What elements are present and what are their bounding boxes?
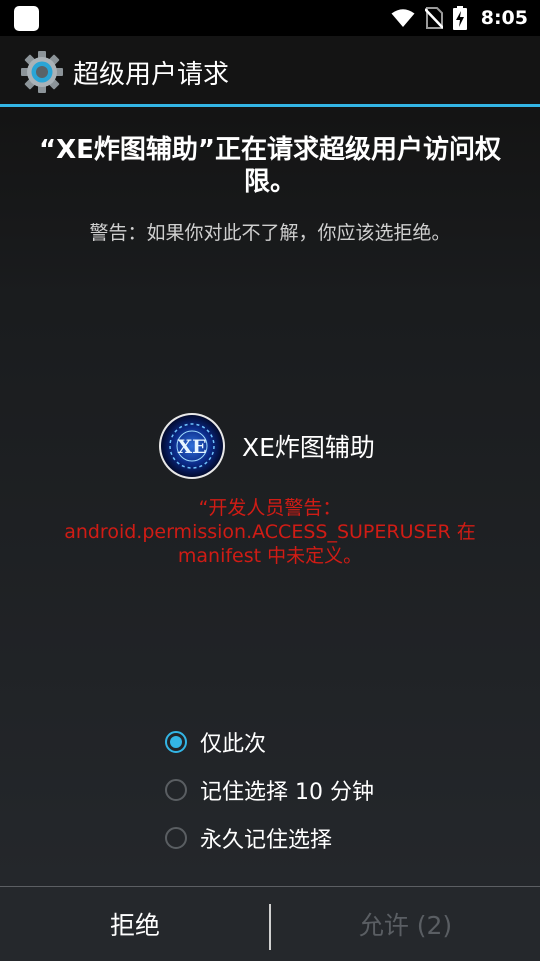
- battery-charging-icon: [452, 6, 467, 30]
- status-time: 8:05: [480, 7, 528, 29]
- wifi-icon: [391, 9, 415, 27]
- title-bar: 超级用户请求: [0, 36, 540, 107]
- radio-selected-icon[interactable]: [165, 731, 187, 753]
- option-remember-forever-label: 永久记住选择: [200, 828, 333, 853]
- request-warning: 警告：如果你对此不了解，你应该选拒绝。: [89, 222, 451, 244]
- radio-unselected-icon[interactable]: [165, 827, 187, 849]
- developer-warning-line3: manifest 中未定义。: [177, 545, 363, 567]
- developer-warning-line1: “开发人员警告：: [198, 497, 342, 519]
- app-logo-text: XE: [177, 436, 206, 458]
- title-text: 超级用户请求: [73, 60, 230, 90]
- app-info: XE XE炸图辅助: [158, 412, 375, 480]
- button-bar: 拒绝 允许 (2): [0, 886, 540, 961]
- developer-warning-line2: android.permission.ACCESS_SUPERUSER 在: [64, 521, 476, 543]
- developer-warning: “开发人员警告： android.permission.ACCESS_SUPER…: [20, 496, 520, 568]
- option-remember-10min-label: 记住选择 10 分钟: [200, 780, 374, 805]
- radio-unselected-icon[interactable]: [165, 779, 187, 801]
- option-once[interactable]: 仅此次: [165, 727, 266, 757]
- no-sim-icon: [424, 7, 443, 29]
- status-bar: 8:05: [0, 0, 540, 36]
- notification-icon: [14, 6, 39, 31]
- option-remember-10min[interactable]: 记住选择 10 分钟: [165, 775, 374, 805]
- request-headline: “XE炸图辅助”正在请求超级用户访问权限。: [39, 135, 501, 197]
- deny-button[interactable]: 拒绝: [0, 887, 270, 961]
- app-name: XE炸图辅助: [242, 433, 375, 462]
- allow-button[interactable]: 允许 (2): [271, 887, 540, 961]
- option-once-label: 仅此次: [200, 732, 267, 757]
- app-logo-icon: XE: [159, 413, 225, 479]
- status-icons: 8:05: [391, 0, 528, 36]
- settings-gear-icon: [21, 51, 63, 93]
- option-remember-forever[interactable]: 永久记住选择: [165, 823, 332, 853]
